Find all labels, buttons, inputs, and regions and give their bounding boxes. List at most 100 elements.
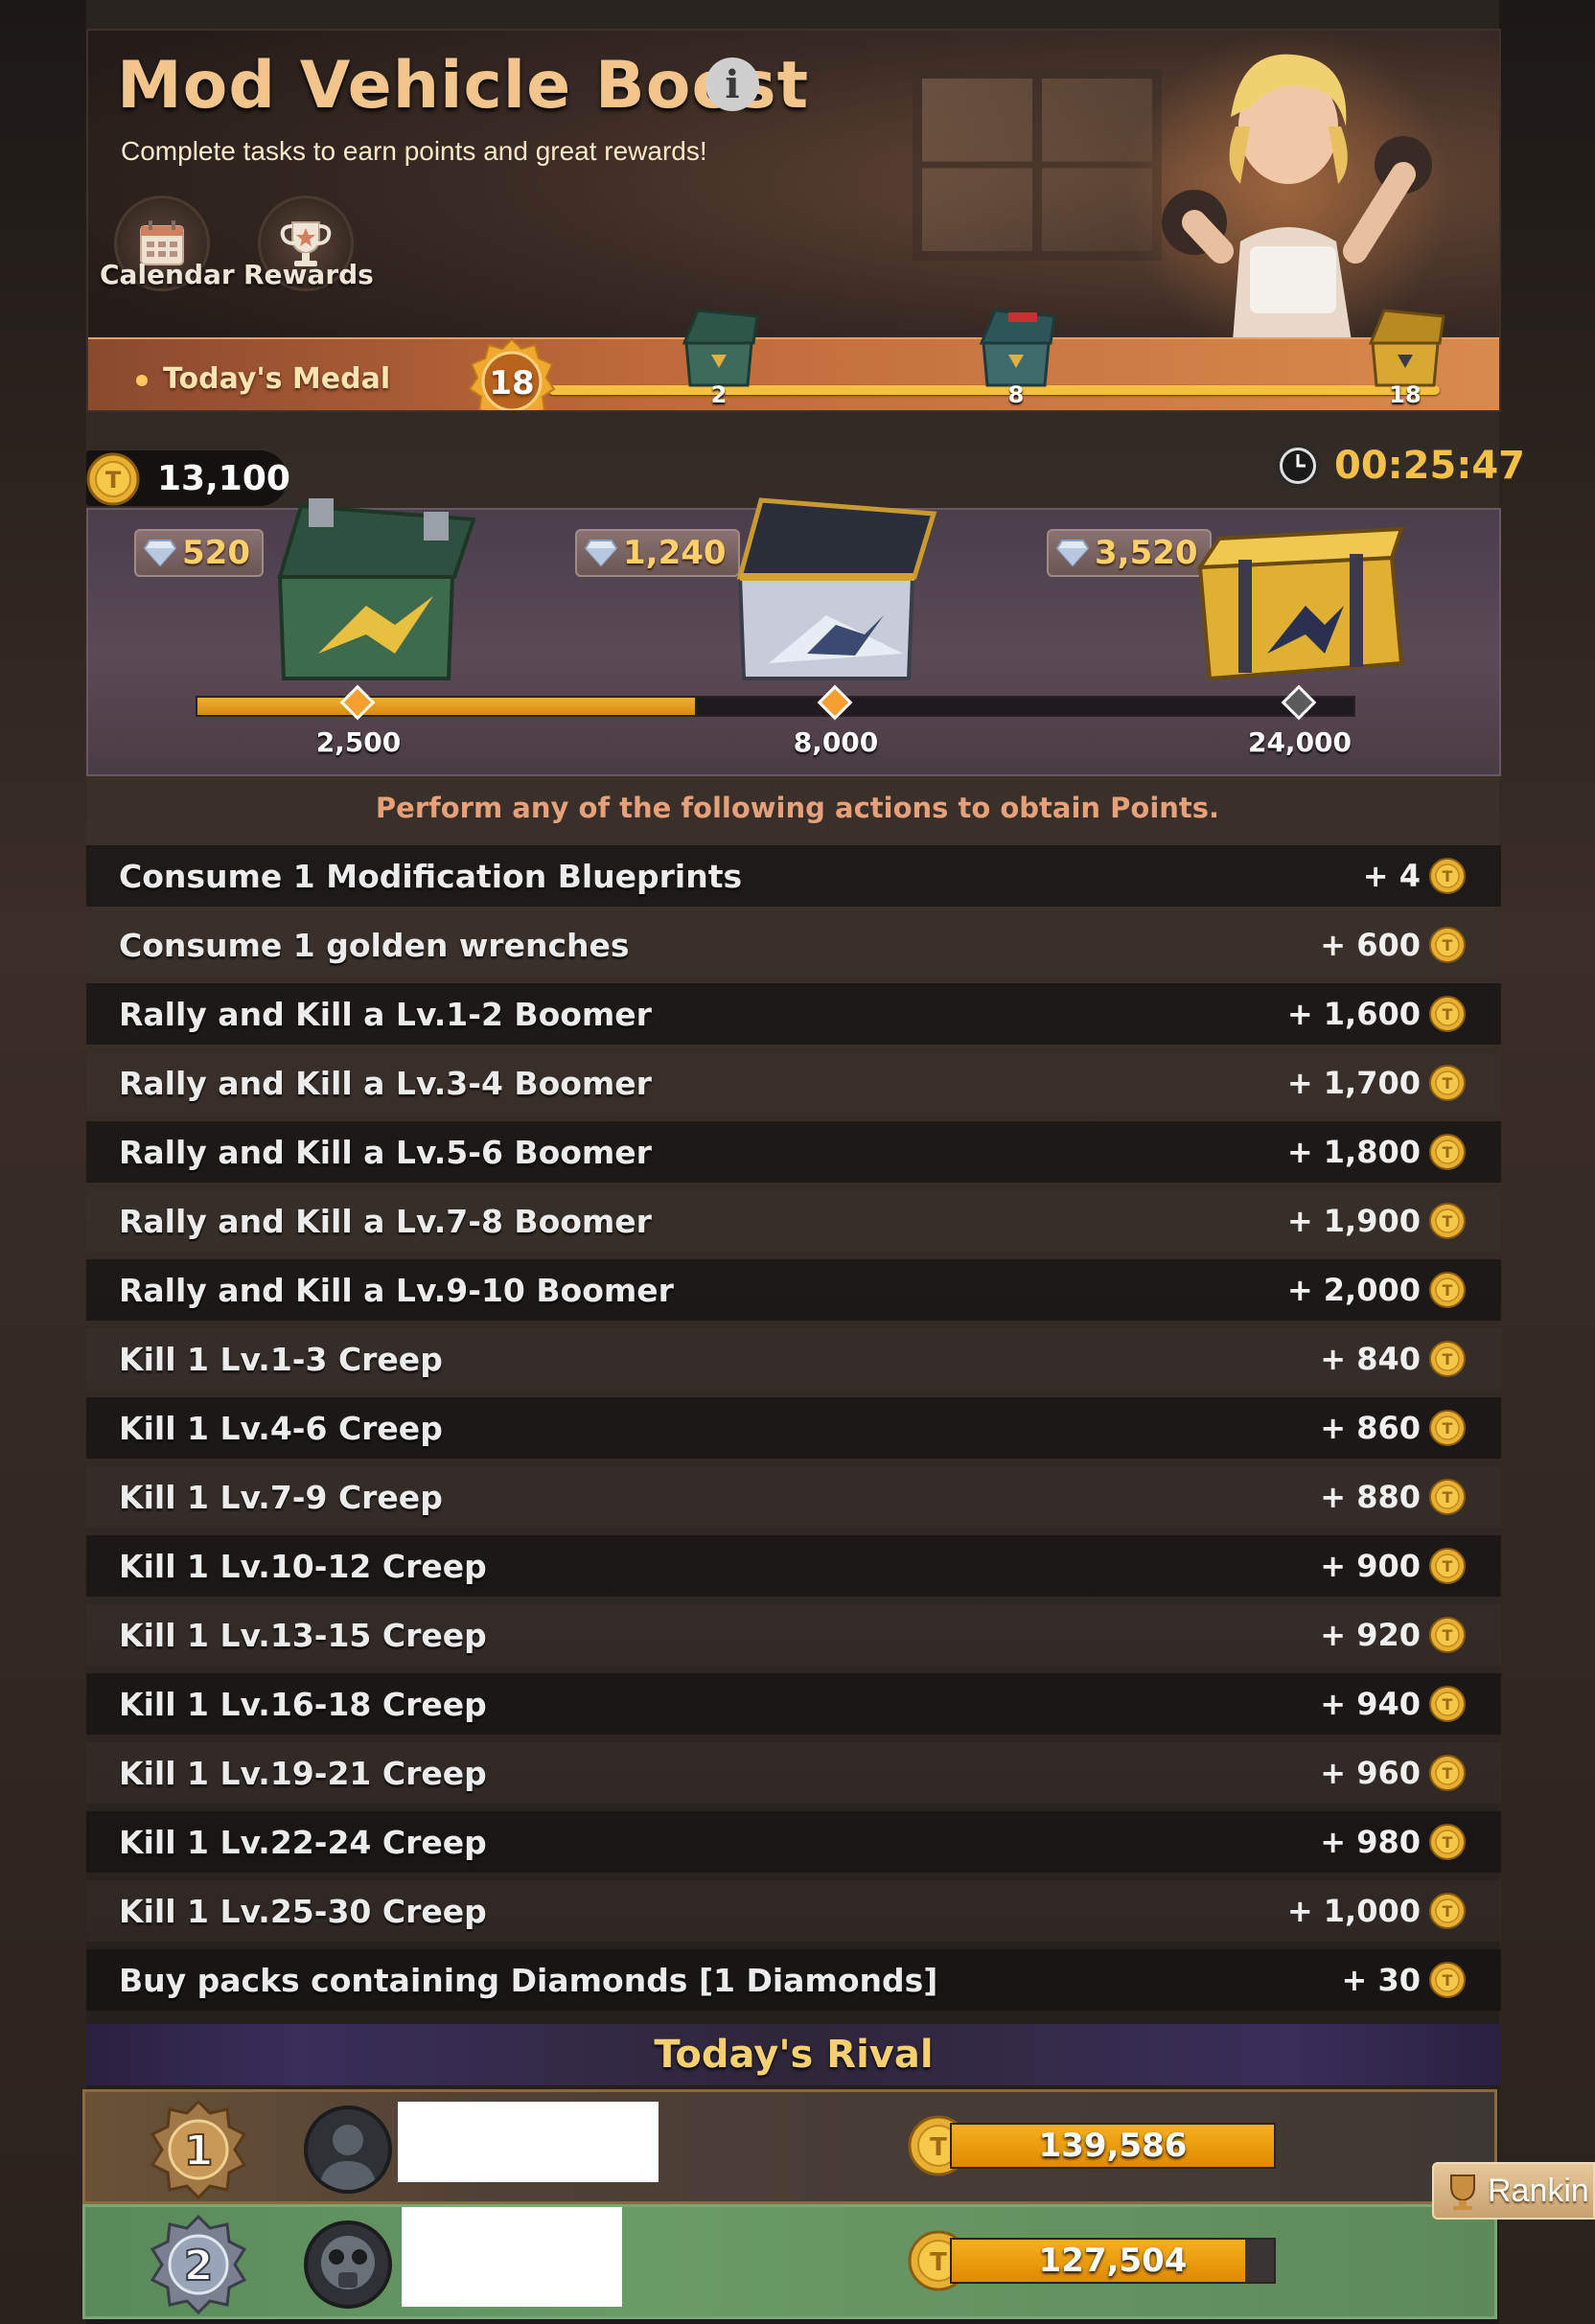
background-left [0,0,86,2324]
event-timer: 00:25:47 [1275,441,1525,491]
coin-icon: T [86,452,140,506]
instruction-text: Perform any of the following actions to … [375,792,1220,824]
background-right [1499,0,1595,2324]
rival-score-bar: 139,586 [950,2123,1276,2169]
task-points: + 4 T [1363,857,1467,895]
avatar[interactable] [304,2220,392,2309]
ranking-button[interactable]: Rankin [1432,2162,1595,2220]
task-points-value: + 2,000 [1286,1272,1421,1308]
svg-text:T: T [1443,1695,1453,1714]
user-icon [319,2125,377,2190]
task-label: Kill 1 Lv.13-15 Creep [119,1616,487,1654]
task-row: Rally and Kill a Lv.9-10 Boomer + 2,000 T [86,1259,1501,1321]
silver-chest[interactable] [711,491,960,682]
task-row: Kill 1 Lv.25-30 Creep + 1,000 T [86,1880,1501,1942]
task-points-value: + 1,800 [1286,1134,1421,1170]
player-name-redacted [398,2102,659,2182]
task-points: + 30 T [1342,1961,1467,1999]
medal-milestone-chest[interactable]: 18 [1359,305,1451,410]
task-label: Kill 1 Lv.7-9 Creep [119,1478,443,1516]
svg-text:T: T [930,2248,947,2277]
points-progress-fill [197,698,695,715]
coin-icon: T [1429,1341,1466,1377]
rival-row: 2 T 127,504 [82,2204,1497,2319]
svg-text:T: T [1443,1971,1453,1990]
task-points: + 1,700 T [1287,1064,1467,1102]
event-subtitle: Complete tasks to earn points and great … [121,136,707,166]
svg-text:1: 1 [184,2127,214,2175]
svg-text:T: T [105,467,122,494]
svg-text:T: T [1443,936,1453,955]
task-points-value: + 900 [1320,1548,1421,1584]
coin-icon: T [1429,1065,1466,1101]
svg-text:T: T [1443,1833,1453,1852]
gas-mask-icon [321,2236,375,2289]
task-points-value: + 1,600 [1286,996,1421,1032]
green-chest[interactable] [251,491,500,682]
task-row: Rally and Kill a Lv.1-2 Boomer + 1,600 T [86,983,1501,1045]
gold-chest[interactable] [1181,491,1430,682]
coin-icon: T [1429,927,1466,963]
task-points: + 1,900 T [1287,1202,1467,1240]
rival-row: 1 T 139,586 [82,2089,1497,2204]
task-label: Rally and Kill a Lv.3-4 Boomer [119,1064,652,1102]
task-label: Kill 1 Lv.16-18 Creep [119,1685,487,1723]
rival-score: 139,586 [1038,2127,1188,2165]
milestone-threshold: 24,000 [1247,726,1352,758]
task-label: Kill 1 Lv.25-30 Creep [119,1892,487,1930]
rival-score: 127,504 [1038,2242,1188,2280]
svg-text:T: T [1443,1419,1453,1438]
coin-icon: T [1429,1548,1466,1584]
clock-icon [1276,444,1320,488]
task-row: Kill 1 Lv.4-6 Creep + 860 T [86,1397,1501,1459]
task-row: Kill 1 Lv.19-21 Creep + 960 T [86,1742,1501,1804]
task-points: + 940 T [1320,1685,1467,1723]
medal-milestone-chest[interactable]: 8 [970,305,1062,410]
info-icon[interactable]: i [705,58,759,111]
task-points-value: + 30 [1341,1962,1421,1998]
task-row: Rally and Kill a Lv.3-4 Boomer + 1,700 T [86,1052,1501,1114]
medal-milestone-chest[interactable]: 2 [673,305,765,410]
svg-text:T: T [1443,1626,1453,1645]
event-header: Mod Vehicle Boost i Complete tasks to ea… [86,29,1501,412]
todays-medal-bar: Today's Medal 18 2 8 18 [88,309,1499,410]
chest-progress-panel: 520 1,240 3,520 2,500 8,000 24,000 [86,497,1501,776]
avatar[interactable] [304,2105,392,2194]
task-points: + 1,800 T [1287,1133,1467,1171]
todays-medal-label: Today's Medal [136,362,390,396]
calendar-button[interactable]: Calendar [100,196,235,301]
task-row: Buy packs containing Diamonds [1 Diamond… [86,1949,1501,2011]
task-row: Consume 1 Modification Blueprints + 4 T [86,845,1501,907]
task-row: Kill 1 Lv.22-24 Creep + 980 T [86,1811,1501,1873]
task-points-value: + 940 [1320,1686,1421,1722]
task-row: Rally and Kill a Lv.5-6 Boomer + 1,800 T [86,1121,1501,1183]
trophy-icon [1450,2174,1475,2210]
svg-text:T: T [1443,1350,1453,1369]
svg-text:T: T [1443,1488,1453,1507]
rank-1-badge: 1 [150,2100,246,2199]
svg-text:2: 2 [184,2242,214,2290]
rank-2-badge: 2 [150,2215,246,2314]
rewards-button[interactable]: Rewards [243,196,374,301]
task-points-value: + 960 [1320,1755,1421,1791]
coin-icon: T [1429,996,1466,1032]
task-points-value: + 1,900 [1286,1203,1421,1239]
diamond-amount: 520 [182,534,250,572]
task-points: + 1,000 T [1287,1892,1467,1930]
calendar-label: Calendar [100,259,235,290]
task-label: Kill 1 Lv.22-24 Creep [119,1823,487,1861]
chest-icon [979,309,1056,387]
task-row: Consume 1 golden wrenches + 600 T [86,914,1501,976]
chest-icon [1368,309,1445,387]
task-row: Rally and Kill a Lv.7-8 Boomer + 1,900 T [86,1190,1501,1252]
task-row: Kill 1 Lv.1-3 Creep + 840 T [86,1328,1501,1390]
task-label: Rally and Kill a Lv.1-2 Boomer [119,995,652,1033]
svg-text:T: T [1443,1005,1453,1024]
task-points-value: + 840 [1320,1341,1421,1377]
task-list: Consume 1 Modification Blueprints + 4 T Con… [86,845,1501,2018]
todays-rival-title: Today's Rival [86,2024,1501,2085]
task-points-value: + 980 [1320,1824,1421,1860]
milestone-value: 2 [710,381,728,408]
coin-icon: T [1429,1893,1466,1929]
timer-value: 00:25:47 [1334,444,1525,488]
